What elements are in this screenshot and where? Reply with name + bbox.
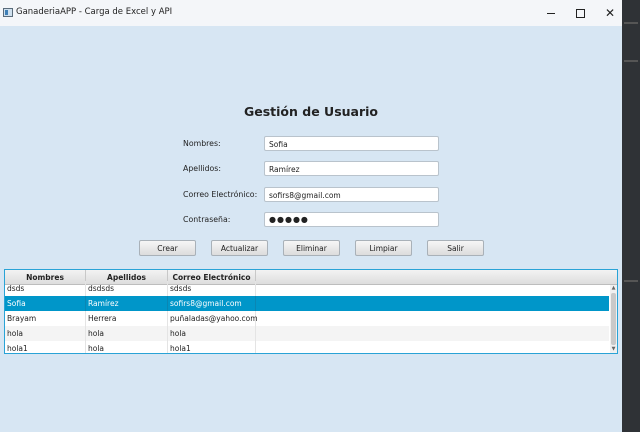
cell-apellidos: hola: [86, 326, 168, 341]
crear-button[interactable]: Crear: [139, 240, 196, 256]
minimize-icon: [547, 12, 555, 14]
cell-correo: hola: [168, 326, 256, 341]
cell-correo: sofirs8@gmail.com: [168, 296, 256, 311]
cell-correo: sdsds: [168, 281, 256, 296]
table-row-selected[interactable]: Sofia Ramírez sofirs8@gmail.com: [5, 296, 609, 311]
email-field[interactable]: sofirs8@gmail.com: [264, 187, 439, 202]
nombres-field[interactable]: Sofia: [264, 136, 439, 151]
cell-nombres: Sofia: [5, 296, 86, 311]
actualizar-button[interactable]: Actualizar: [211, 240, 268, 256]
edge-divider: [624, 22, 638, 24]
password-label: Contraseña:: [183, 215, 231, 224]
eliminar-button[interactable]: Eliminar: [283, 240, 340, 256]
scroll-up-icon[interactable]: ▲: [610, 285, 617, 292]
cell-apellidos: dsdsds: [86, 281, 168, 296]
table-row[interactable]: hola1 hola hola1: [5, 341, 609, 353]
table-row[interactable]: dsds dsdsds sdsds: [5, 281, 609, 296]
form-heading: Gestión de Usuario: [243, 104, 378, 119]
window-title: GanaderiaAPP - Carga de Excel y API: [16, 7, 173, 17]
title-bar[interactable]: GanaderiaAPP - Carga de Excel y API ✕: [0, 0, 622, 26]
password-field[interactable]: ●●●●●: [264, 212, 439, 227]
scroll-thumb[interactable]: [611, 293, 616, 345]
edge-divider: [624, 60, 638, 62]
cell-apellidos: Herrera: [86, 311, 168, 326]
table-row[interactable]: Brayam Herrera puñaladas@yahoo.com: [5, 311, 609, 326]
salir-button[interactable]: Salir: [427, 240, 484, 256]
nombres-label: Nombres:: [183, 139, 221, 148]
limpiar-button[interactable]: Limpiar: [355, 240, 412, 256]
scroll-down-icon[interactable]: ▼: [610, 346, 617, 353]
email-label: Correo Electrónico:: [183, 190, 258, 199]
cell-correo: hola1: [168, 341, 256, 353]
cell-correo: puñaladas@yahoo.com: [168, 311, 258, 326]
cell-nombres: hola: [5, 326, 86, 341]
maximize-button[interactable]: [568, 3, 592, 23]
close-icon: ✕: [604, 6, 616, 20]
cell-nombres: Brayam: [5, 311, 86, 326]
cell-nombres: hola1: [5, 341, 86, 353]
close-button[interactable]: ✕: [598, 3, 622, 23]
edge-divider: [624, 280, 638, 282]
minimize-button[interactable]: [539, 3, 563, 23]
apellidos-field[interactable]: Ramírez: [264, 161, 439, 176]
table-row[interactable]: hola hola hola: [5, 326, 609, 341]
apellidos-label: Apellidos:: [183, 164, 221, 173]
users-table[interactable]: Nombres Apellidos Correo Electrónico dsd…: [4, 269, 618, 354]
cell-nombres: dsds: [5, 281, 86, 296]
app-window: GanaderiaAPP - Carga de Excel y API ✕ Ge…: [0, 0, 622, 432]
table-scrollbar[interactable]: ▲ ▼: [610, 285, 617, 353]
app-icon: [3, 8, 13, 17]
background-window-edge: [622, 0, 640, 432]
cell-apellidos: Ramírez: [86, 296, 168, 311]
maximize-icon: [575, 8, 585, 18]
cell-apellidos: hola: [86, 341, 168, 353]
